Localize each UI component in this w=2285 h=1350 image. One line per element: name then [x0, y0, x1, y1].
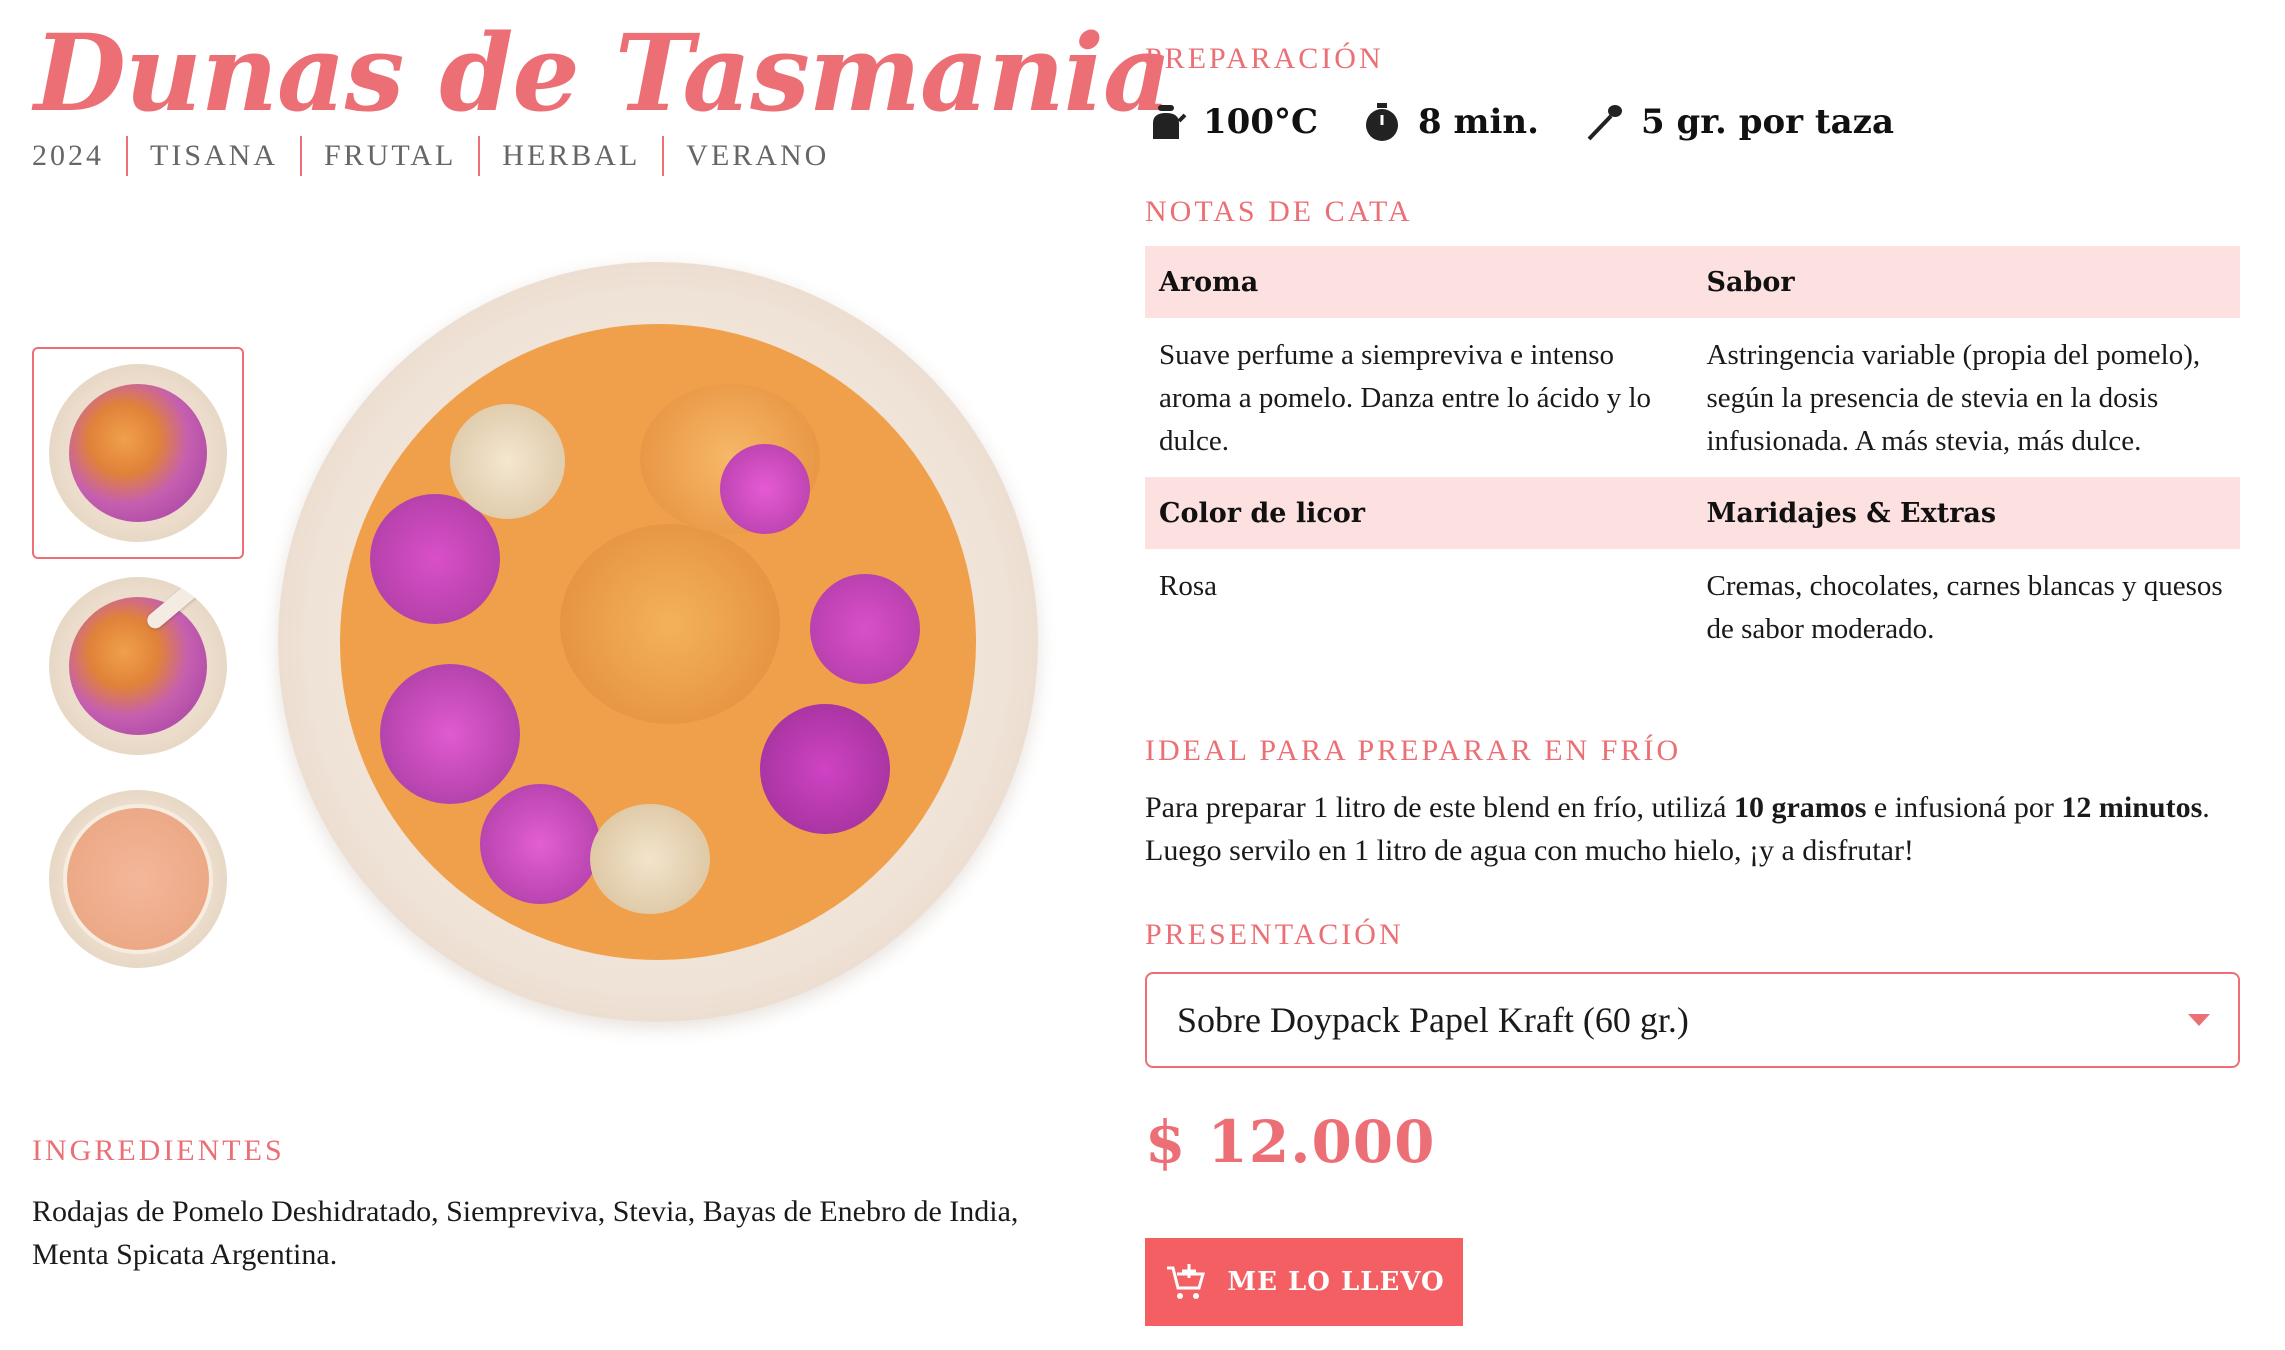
presentation-select[interactable]: Sobre Doypack Papel Kraft (60 gr.) [1145, 972, 2240, 1068]
aroma-text: Suave perfume a siempreviva e intenso ar… [1159, 339, 1651, 457]
color-text: Rosa [1159, 570, 1217, 602]
time-info: 8 min. [1362, 101, 1539, 143]
tasting-notes-table: Aroma Sabor Suave perfume a siempreviva … [1145, 246, 2240, 665]
presentation-label: PRESENTACIÓN [1145, 918, 1404, 951]
cold-brew-text: Para preparar 1 litro de este blend en f… [1145, 791, 2210, 867]
ingredients-text: Rodajas de Pomelo Deshidratado, Siemprev… [32, 1195, 1019, 1271]
product-info-column: PREPARACIÓN 100°C 8 min. 5 gr. por taza [1145, 0, 2245, 1350]
tag-style: HERBAL [478, 136, 662, 176]
table-header-row: Aroma Sabor [1145, 246, 2240, 318]
cold-brew-minutes: 12 minutos [2061, 791, 2203, 824]
table-row: Suave perfume a siempreviva e intenso ar… [1145, 318, 2240, 477]
temperature-info: 100°C [1145, 101, 1318, 143]
table-row: Rosa Cremas, chocolates, carnes blancas … [1145, 549, 2240, 665]
preparation-row: 100°C 8 min. 5 gr. por taza [1145, 92, 1938, 152]
product-tags: 2024 TISANA FRUTAL HERBAL VERANO [32, 135, 851, 177]
add-to-cart-label: ME LO LLEVO [1227, 1267, 1445, 1297]
product-price: $ 12.000 [1145, 1108, 1436, 1176]
dose-info: 5 gr. por taza [1583, 101, 1894, 143]
table-header-row: Color de licor Maridajes & Extras [1145, 477, 2240, 549]
product-title: Dunas de Tasmania [34, 10, 1172, 135]
time-value: 8 min. [1418, 102, 1539, 142]
color-header: Color de licor [1145, 477, 1693, 549]
sabor-header: Sabor [1692, 246, 2240, 318]
product-gallery-column: Dunas de Tasmania 2024 TISANA FRUTAL HER… [0, 0, 1172, 1350]
add-to-cart-button[interactable]: ME LO LLEVO [1145, 1238, 1463, 1326]
tag-year: 2024 [32, 139, 104, 172]
thumbnail-2[interactable] [32, 560, 244, 772]
ingredients-label: INGREDIENTES [32, 1134, 285, 1167]
presentation-selected-value: Sobre Doypack Papel Kraft (60 gr.) [1177, 1000, 1689, 1040]
tea-cup-image [49, 790, 227, 968]
sabor-text: Astringencia variable (propia del pomelo… [1706, 339, 2201, 457]
bowl-spoon-image [49, 577, 227, 755]
tag-season: VERANO [662, 136, 851, 176]
spoon-icon [1587, 105, 1622, 141]
aroma-header: Aroma [1145, 246, 1693, 318]
bowl-image [49, 364, 227, 542]
chevron-down-icon [2188, 1014, 2210, 1026]
maridajes-header: Maridajes & Extras [1692, 477, 2240, 549]
tag-flavor: FRUTAL [300, 136, 478, 176]
timer-icon [1366, 103, 1399, 141]
dose-value: 5 gr. por taza [1641, 102, 1895, 142]
temperature-value: 100°C [1203, 102, 1319, 142]
cold-brew-label: IDEAL PARA PREPARAR EN FRÍO [1145, 734, 1682, 767]
maridajes-text: Cremas, chocolates, carnes blancas y que… [1706, 570, 2223, 645]
kettle-icon [1153, 105, 1187, 139]
cold-brew-grams: 10 gramos [1733, 791, 1867, 824]
main-product-image [278, 262, 1038, 1022]
thumbnail-3[interactable] [32, 773, 244, 985]
preparation-label: PREPARACIÓN [1145, 42, 1384, 75]
thumbnail-1[interactable] [32, 347, 244, 559]
tag-type: TISANA [126, 136, 300, 176]
tasting-notes-label: NOTAS DE CATA [1145, 195, 1413, 228]
cart-add-icon [1167, 1264, 1206, 1299]
